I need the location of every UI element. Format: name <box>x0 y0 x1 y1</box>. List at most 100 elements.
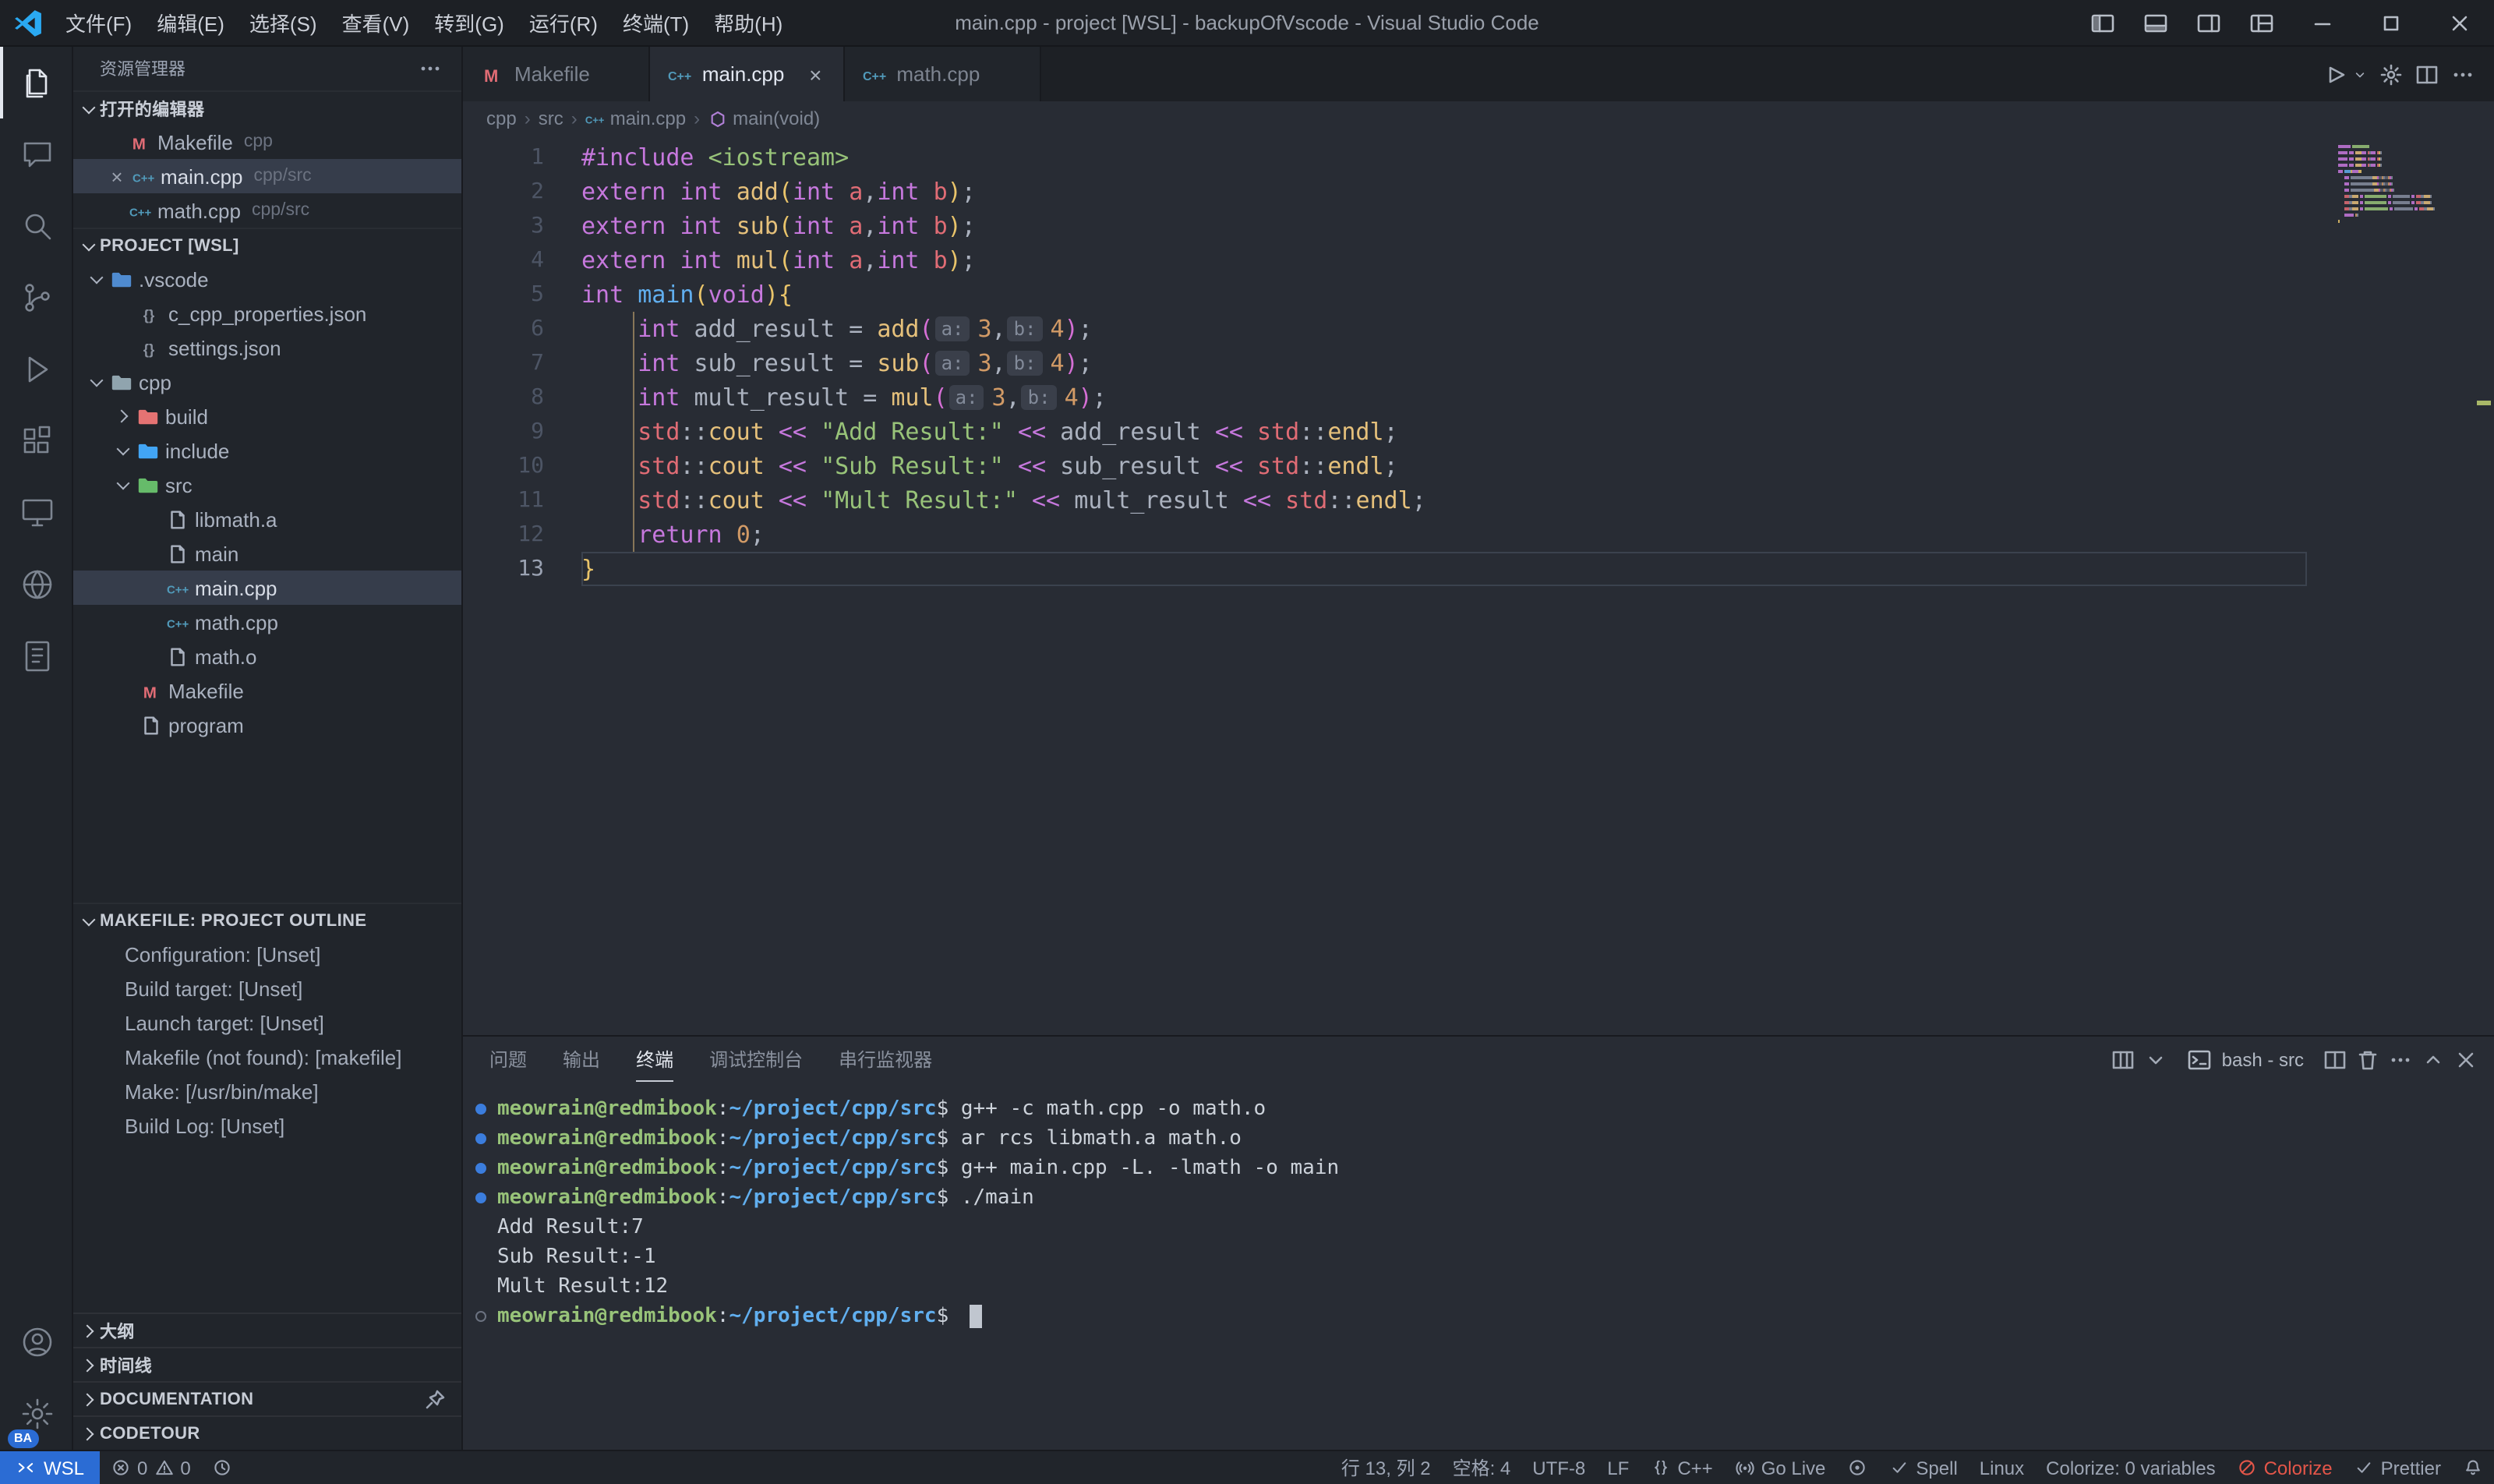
line-number[interactable]: 1 <box>463 140 581 175</box>
more-button[interactable] <box>2388 1048 2413 1072</box>
line-number[interactable]: 8 <box>463 380 581 415</box>
outline-item[interactable]: Configuration: [Unset] <box>73 938 461 972</box>
tree-item-math.cpp[interactable]: C++math.cpp <box>73 605 461 639</box>
activity-github[interactable] <box>0 549 72 620</box>
open-editors-header[interactable]: 打开的编辑器 <box>73 90 461 125</box>
status-item-colorize-toggle[interactable]: Colorize <box>2227 1451 2344 1484</box>
command-decoration-dot[interactable] <box>475 1133 486 1144</box>
panel-tab-终端[interactable]: 终端 <box>636 1037 673 1082</box>
editor-tab-math.cpp[interactable]: C++math.cpp× <box>845 47 1040 101</box>
activity-notebook[interactable] <box>0 620 72 692</box>
menu-item[interactable]: 文件(F) <box>53 8 144 41</box>
status-item-notifications[interactable] <box>2452 1451 2494 1484</box>
tree-item-c_cpp_properties.json[interactable]: {}c_cpp_properties.json <box>73 296 461 330</box>
code-line[interactable]: 2extern int add(int a,int b); <box>463 175 2494 209</box>
menu-item[interactable]: 转到(G) <box>422 8 517 41</box>
breadcrumb-item[interactable]: cpp <box>486 108 517 129</box>
tree-item-settings.json[interactable]: {}settings.json <box>73 330 461 365</box>
tree-item-src[interactable]: src <box>73 468 461 502</box>
chevron-down-button[interactable] <box>2144 1048 2169 1072</box>
outline-item[interactable]: Build Log: [Unset] <box>73 1109 461 1143</box>
settings-gear-button[interactable] <box>2379 62 2404 87</box>
activity-remote-explorer[interactable] <box>0 477 72 549</box>
panel-tab-调试控制台[interactable]: 调试控制台 <box>709 1037 803 1082</box>
menu-item[interactable]: 编辑(E) <box>144 8 237 41</box>
code-line[interactable]: 9 std::cout << "Add Result:" << add_resu… <box>463 415 2494 449</box>
remote-indicator[interactable]: WSL <box>0 1451 100 1484</box>
close-icon[interactable]: × <box>104 164 129 188</box>
code-editor[interactable]: 1#include <iostream>2extern int add(int … <box>463 136 2494 1035</box>
tree-item-main.cpp[interactable]: C++main.cpp <box>73 571 461 605</box>
menu-item[interactable]: 查看(V) <box>330 8 422 41</box>
more-actions-icon[interactable] <box>418 56 443 81</box>
activity-source-control[interactable] <box>0 262 72 334</box>
run-button[interactable] <box>2323 62 2347 87</box>
line-number[interactable]: 7 <box>463 346 581 380</box>
code-line[interactable]: 6 int add_result = add(a:3,b:4); <box>463 312 2494 346</box>
line-number[interactable]: 12 <box>463 518 581 552</box>
code-line[interactable]: 12 return 0; <box>463 518 2494 552</box>
status-item-colorize-count[interactable]: Colorize: 0 variables <box>2035 1451 2226 1484</box>
project-header[interactable]: PROJECT [WSL] <box>73 228 461 262</box>
trash-button[interactable] <box>2355 1048 2380 1072</box>
section-时间线[interactable]: 时间线 <box>73 1347 461 1381</box>
line-number[interactable]: 2 <box>463 175 581 209</box>
outline-item[interactable]: Build target: [Unset] <box>73 972 461 1006</box>
code-line[interactable]: 3extern int sub(int a,int b); <box>463 209 2494 243</box>
makefile-outline-header[interactable]: MAKEFILE: PROJECT OUTLINE <box>73 903 461 938</box>
code-line[interactable]: 8 int mult_result = mul(a:3,b:4); <box>463 380 2494 415</box>
split-editor-button[interactable] <box>2323 1048 2347 1072</box>
columns-button[interactable] <box>2111 1048 2136 1072</box>
line-number[interactable]: 10 <box>463 449 581 483</box>
outline-item[interactable]: Makefile (not found): [makefile] <box>73 1041 461 1075</box>
panel-tab-问题[interactable]: 问题 <box>489 1037 527 1082</box>
menu-item[interactable]: 选择(S) <box>237 8 330 41</box>
menu-item[interactable]: 帮助(H) <box>701 8 795 41</box>
minimap[interactable] <box>2338 145 2472 226</box>
code-line[interactable]: 10 std::cout << "Sub Result:" << sub_res… <box>463 449 2494 483</box>
tree-item-math.o[interactable]: math.o <box>73 639 461 673</box>
line-number[interactable]: 4 <box>463 243 581 277</box>
status-item-live-share[interactable] <box>1836 1451 1878 1484</box>
chevron-up-button[interactable] <box>2421 1048 2446 1072</box>
tree-item-libmath.a[interactable]: libmath.a <box>73 502 461 536</box>
section-大纲[interactable]: 大纲 <box>73 1313 461 1347</box>
toggle-sidebar-button[interactable] <box>2076 0 2129 46</box>
section-DOCUMENTATION[interactable]: DOCUMENTATION <box>73 1381 461 1415</box>
status-item-problems[interactable]: 00 <box>100 1451 202 1484</box>
status-item-history[interactable] <box>202 1451 244 1484</box>
breadcrumb-item[interactable]: main(void) <box>708 108 820 129</box>
line-number[interactable]: 9 <box>463 415 581 449</box>
outline-item[interactable]: Launch target: [Unset] <box>73 1006 461 1041</box>
code-line[interactable]: 7 int sub_result = sub(a:3,b:4); <box>463 346 2494 380</box>
section-CODETOUR[interactable]: CODETOUR <box>73 1415 461 1450</box>
menu-item[interactable]: 终端(T) <box>610 8 701 41</box>
tree-item-cpp[interactable]: cpp <box>73 365 461 399</box>
breadcrumb-item[interactable]: src <box>539 108 563 129</box>
code-line[interactable]: 4extern int mul(int a,int b); <box>463 243 2494 277</box>
activity-search[interactable] <box>0 190 72 262</box>
terminal[interactable]: meowrain@redmibook:~/project/cpp/src$ g+… <box>463 1083 2494 1450</box>
maximize-button[interactable] <box>2357 0 2425 46</box>
menu-item[interactable]: 运行(R) <box>517 8 610 41</box>
chevron-down-icon[interactable] <box>2352 66 2368 82</box>
status-item-os-indicator[interactable]: Linux <box>1969 1451 2035 1484</box>
tree-item-Makefile[interactable]: MMakefile <box>73 673 461 708</box>
breadcrumb-item[interactable]: C++main.cpp <box>585 108 686 129</box>
activity-account[interactable] <box>0 1306 72 1378</box>
tree-item-.vscode[interactable]: .vscode <box>73 262 461 296</box>
status-item-cursor-position[interactable]: 行 13, 列 2 <box>1330 1451 1442 1484</box>
command-decoration-dot[interactable] <box>475 1163 486 1174</box>
command-decoration-dot[interactable] <box>475 1192 486 1203</box>
toggle-panel-button[interactable] <box>2129 0 2182 46</box>
open-editor-item[interactable]: ×C++main.cppcpp/src <box>73 159 461 193</box>
terminal-session-select[interactable]: bash - src <box>2188 1048 2304 1072</box>
status-item-prettier[interactable]: Prettier <box>2344 1451 2452 1484</box>
line-number[interactable]: 5 <box>463 277 581 312</box>
more-button[interactable] <box>2450 62 2475 87</box>
minimize-button[interactable] <box>2288 0 2357 46</box>
code-line[interactable]: 5int main(void){ <box>463 277 2494 312</box>
open-editor-item[interactable]: MMakefilecpp <box>73 125 461 159</box>
toggle-secondary-sidebar-button[interactable] <box>2182 0 2235 46</box>
status-item-language-mode[interactable]: C++ <box>1640 1451 1723 1484</box>
